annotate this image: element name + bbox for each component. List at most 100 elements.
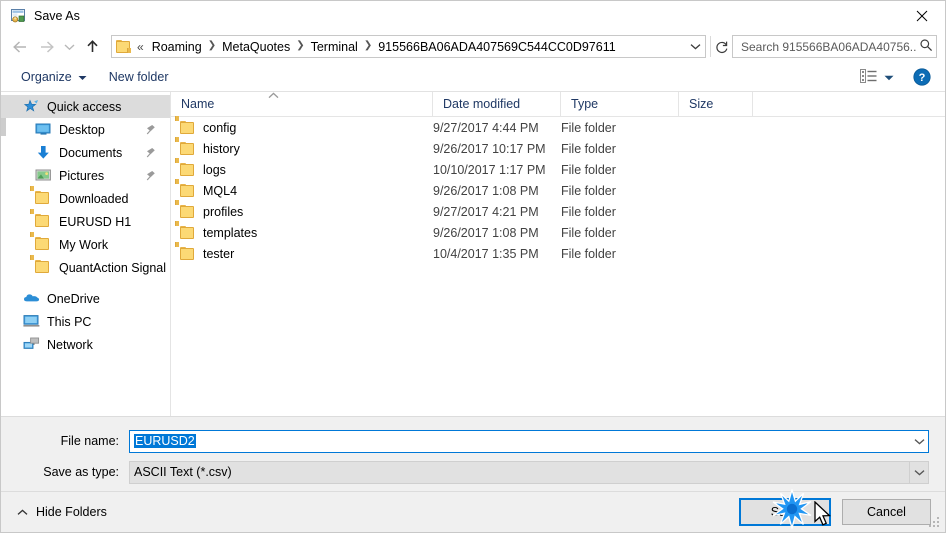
- folder-icon: [175, 136, 196, 156]
- column-header-type[interactable]: Type: [561, 91, 679, 117]
- breadcrumb-item-metaquotes[interactable]: MetaQuotes: [219, 39, 293, 55]
- sidebar-item-label: OneDrive: [47, 291, 100, 306]
- sidebar-item-network[interactable]: Network: [1, 333, 170, 356]
- folder-icon: [175, 115, 196, 135]
- column-header-label: Size: [689, 97, 714, 111]
- new-folder-button[interactable]: New folder: [103, 67, 175, 87]
- folder-icon: [116, 39, 132, 54]
- pin-icon[interactable]: [146, 170, 156, 181]
- change-view-button[interactable]: [855, 66, 899, 89]
- file-name-input[interactable]: EURUSD2: [129, 429, 929, 453]
- folder-icon: [175, 178, 196, 198]
- folder-icon: [30, 254, 52, 276]
- table-row[interactable]: templates 9/26/2017 1:08 PM File folder: [171, 220, 945, 243]
- pin-icon[interactable]: [146, 124, 156, 135]
- search-input[interactable]: [739, 38, 919, 55]
- sidebar-item-label: Documents: [59, 145, 123, 160]
- refresh-icon[interactable]: [710, 36, 732, 57]
- cloud-icon: [23, 291, 40, 307]
- chevron-up-icon: [17, 505, 28, 519]
- file-name-value: EURUSD2: [134, 434, 196, 448]
- breadcrumb-overflow[interactable]: «: [135, 40, 149, 54]
- save-button[interactable]: Save: [739, 498, 831, 526]
- file-name-cell: logs: [171, 157, 433, 177]
- file-name-cell: config: [171, 115, 433, 135]
- file-name: history: [203, 141, 240, 156]
- sidebar-item-documents[interactable]: Documents: [1, 141, 170, 164]
- help-icon[interactable]: ?: [913, 68, 931, 86]
- save-as-type-select[interactable]: ASCII Text (*.csv): [129, 460, 929, 484]
- table-row[interactable]: config 9/27/2017 4:44 PM File folder: [171, 115, 945, 138]
- file-name: config: [203, 120, 237, 135]
- save-as-type-row: Save as type: ASCII Text (*.csv): [17, 460, 929, 484]
- back-button[interactable]: [7, 34, 33, 60]
- folder-icon: [175, 241, 196, 261]
- sidebar-item-quantaction-signal[interactable]: QuantAction Signal: [1, 254, 170, 279]
- sidebar-item-pictures[interactable]: Pictures: [1, 164, 170, 187]
- file-name-cell: profiles: [171, 199, 433, 219]
- folder-icon: [175, 199, 196, 219]
- column-header-label: Type: [571, 97, 599, 111]
- breadcrumb: « Roaming ❯ MetaQuotes ❯ Terminal ❯ 9155…: [135, 39, 685, 55]
- file-name-cell: MQL4: [171, 178, 433, 198]
- computer-icon: [23, 314, 40, 330]
- toolbar: Organize New folder ?: [1, 63, 945, 92]
- sidebar-item-onedrive[interactable]: OneDrive: [1, 287, 170, 310]
- column-header-name[interactable]: Name: [171, 91, 433, 117]
- forward-button[interactable]: [33, 34, 59, 60]
- file-name-label: File name:: [60, 434, 119, 448]
- sidebar-item-my-work[interactable]: My Work: [1, 231, 170, 256]
- table-row[interactable]: profiles 9/27/2017 4:21 PM File folder: [171, 199, 945, 222]
- table-row[interactable]: logs 10/10/2017 1:17 PM File folder: [171, 157, 945, 180]
- sidebar-item-downloaded[interactable]: Downloaded: [1, 185, 170, 210]
- table-row[interactable]: MQL4 9/26/2017 1:08 PM File folder: [171, 178, 945, 201]
- file-name: templates: [203, 225, 258, 240]
- breadcrumb-item-guid[interactable]: 915566BA06ADA407569C544CC0D97611: [375, 39, 618, 55]
- breadcrumb-item-terminal[interactable]: Terminal: [308, 39, 361, 55]
- chevron-right-icon: ❯: [296, 40, 305, 51]
- hide-folders-button[interactable]: Hide Folders: [13, 501, 111, 523]
- up-button[interactable]: [79, 34, 105, 60]
- folder-icon: [30, 208, 52, 230]
- address-bar[interactable]: « Roaming ❯ MetaQuotes ❯ Terminal ❯ 9155…: [111, 35, 706, 58]
- chevron-down-icon: [78, 70, 87, 84]
- table-row[interactable]: history 9/26/2017 10:17 PM File folder: [171, 136, 945, 159]
- cancel-button[interactable]: Cancel: [842, 499, 931, 525]
- sidebar-item-label: Network: [47, 337, 93, 352]
- picture-icon: [35, 168, 52, 184]
- monitor-icon: [35, 122, 52, 138]
- file-type-cell: File folder: [561, 204, 616, 219]
- breadcrumb-item-roaming[interactable]: Roaming: [149, 39, 205, 55]
- file-list-pane: Name Date modified Type Size config 9/27…: [171, 91, 945, 416]
- chevron-down-icon: [884, 70, 894, 84]
- search-box[interactable]: [732, 35, 937, 58]
- folder-icon: [175, 157, 196, 177]
- column-header-size[interactable]: Size: [679, 91, 753, 117]
- resize-grip-icon[interactable]: [929, 517, 941, 529]
- sidebar-item-label: Desktop: [59, 122, 105, 137]
- pin-icon[interactable]: [146, 147, 156, 158]
- sidebar-item-eurusd-h1[interactable]: EURUSD H1: [1, 208, 170, 233]
- file-date-cell: 9/26/2017 10:17 PM: [433, 141, 546, 156]
- file-name-cell: tester: [171, 241, 433, 261]
- search-icon[interactable]: [919, 38, 933, 55]
- column-headers: Name Date modified Type Size: [171, 91, 945, 117]
- table-row[interactable]: tester 10/4/2017 1:35 PM File folder: [171, 241, 945, 264]
- chevron-down-icon[interactable]: [685, 36, 705, 57]
- chevron-down-icon[interactable]: [909, 461, 928, 483]
- file-date-cell: 9/26/2017 1:08 PM: [433, 225, 539, 240]
- sort-ascending-icon: [268, 88, 279, 102]
- recent-locations-button[interactable]: [59, 34, 79, 60]
- close-button[interactable]: [899, 1, 945, 30]
- sidebar-item-this-pc[interactable]: This PC: [1, 310, 170, 333]
- new-folder-label: New folder: [108, 70, 169, 84]
- file-name-cell: history: [171, 136, 433, 156]
- organize-button[interactable]: Organize: [15, 67, 93, 87]
- sidebar-item-quick-access[interactable]: Quick access: [1, 95, 170, 118]
- chevron-down-icon[interactable]: [909, 431, 928, 452]
- sidebar-item-desktop[interactable]: Desktop: [1, 118, 170, 141]
- column-header-date-modified[interactable]: Date modified: [433, 91, 561, 117]
- sidebar-item-label: Pictures: [59, 168, 105, 183]
- title-bar: Save As: [1, 1, 945, 30]
- save-as-dialog: Save As « Roaming ❯ MetaQuotes ❯ Termina…: [0, 0, 946, 533]
